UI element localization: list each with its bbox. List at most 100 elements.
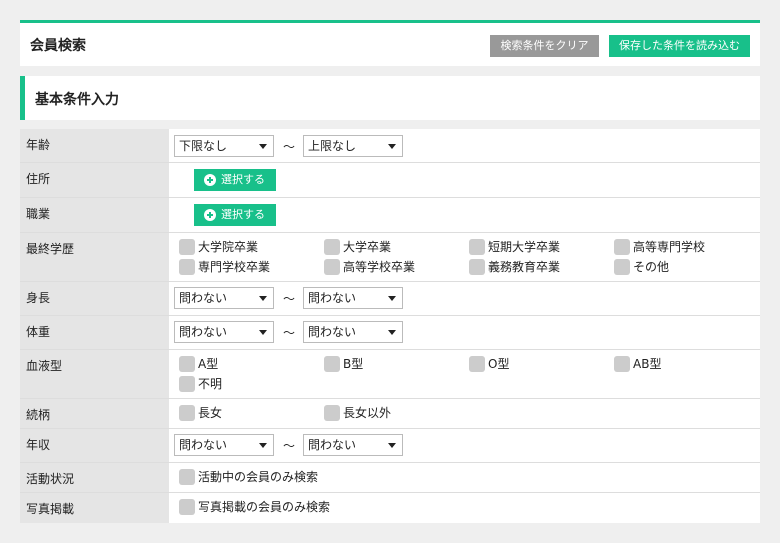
- row-occupation: 職業 選択する: [20, 198, 760, 233]
- select-value: 問わない: [179, 291, 228, 305]
- education-checkbox[interactable]: 義務教育卒業: [469, 259, 560, 275]
- education-checkbox[interactable]: 大学卒業: [324, 239, 391, 255]
- blood-type-checkbox[interactable]: O型: [469, 356, 509, 372]
- row-label: 年収: [20, 429, 169, 462]
- checkbox-box: [179, 469, 195, 485]
- button-label: 選択する: [221, 173, 265, 186]
- relation-checkbox[interactable]: 長女以外: [324, 405, 391, 421]
- select-value: 下限なし: [179, 139, 228, 153]
- page-header: 会員検索 検索条件をクリア 保存した条件を読み込む: [20, 20, 760, 66]
- checkbox-box: [324, 356, 340, 372]
- range-separator: 〜: [283, 439, 296, 453]
- select-value: 上限なし: [308, 139, 357, 153]
- row-label: 年齢: [20, 129, 169, 162]
- checkbox-label: B型: [343, 357, 364, 371]
- clear-conditions-button[interactable]: 検索条件をクリア: [490, 35, 599, 57]
- checkbox-label: 長女以外: [343, 406, 392, 420]
- select-value: 問わない: [179, 325, 228, 339]
- income-min-select[interactable]: 問わない: [174, 434, 274, 456]
- select-address-button[interactable]: 選択する: [194, 169, 276, 191]
- page-title: 会員検索: [30, 38, 86, 54]
- checkbox-label: 大学卒業: [343, 240, 392, 254]
- checkbox-box: [469, 239, 485, 255]
- checkbox-label: 写真掲載の会員のみ検索: [198, 500, 331, 514]
- checkbox-box: [179, 499, 195, 515]
- row-label: 写真掲載: [20, 493, 169, 523]
- checkbox-label: 専門学校卒業: [198, 260, 271, 274]
- education-checkbox[interactable]: 短期大学卒業: [469, 239, 560, 255]
- select-value: 問わない: [179, 438, 228, 452]
- photo-members-only-checkbox[interactable]: 写真掲載の会員のみ検索: [179, 499, 330, 515]
- checkbox-box: [179, 405, 195, 421]
- checkbox-label: 大学院卒業: [198, 240, 259, 254]
- checkbox-box: [614, 356, 630, 372]
- checkbox-box: [469, 259, 485, 275]
- select-value: 問わない: [308, 325, 357, 339]
- checkbox-label: 高等学校卒業: [343, 260, 416, 274]
- row-income: 年収 問わない 〜 問わない: [20, 429, 760, 463]
- blood-type-checkbox[interactable]: B型: [324, 356, 363, 372]
- plus-circle-icon: [204, 209, 216, 221]
- relation-checkbox[interactable]: 長女: [179, 405, 222, 421]
- chevron-down-icon: [388, 144, 396, 149]
- chevron-down-icon: [388, 296, 396, 301]
- section-title: 基本条件入力: [35, 92, 119, 108]
- blood-type-checkbox[interactable]: A型: [179, 356, 218, 372]
- chevron-down-icon: [259, 330, 267, 335]
- range-separator: 〜: [283, 292, 296, 306]
- checkbox-box: [614, 239, 630, 255]
- section-header: 基本条件入力: [20, 76, 760, 120]
- chevron-down-icon: [259, 296, 267, 301]
- education-checkbox[interactable]: 専門学校卒業: [179, 259, 270, 275]
- height-min-select[interactable]: 問わない: [174, 287, 274, 309]
- checkbox-label: その他: [633, 260, 670, 274]
- checkbox-label: 短期大学卒業: [488, 240, 561, 254]
- checkbox-label: 高等専門学校: [633, 240, 706, 254]
- range-separator: 〜: [283, 140, 296, 154]
- checkbox-box: [179, 259, 195, 275]
- row-height: 身長 問わない 〜 問わない: [20, 282, 760, 316]
- checkbox-box: [324, 239, 340, 255]
- checkbox-box: [179, 239, 195, 255]
- education-checkbox[interactable]: 高等専門学校: [614, 239, 705, 255]
- row-label: 続柄: [20, 399, 169, 428]
- button-label: 選択する: [221, 208, 265, 221]
- load-saved-conditions-button[interactable]: 保存した条件を読み込む: [609, 35, 750, 57]
- education-checkbox[interactable]: 高等学校卒業: [324, 259, 415, 275]
- height-max-select[interactable]: 問わない: [303, 287, 403, 309]
- checkbox-label: 義務教育卒業: [488, 260, 561, 274]
- education-checkbox[interactable]: その他: [614, 259, 669, 275]
- row-label: 身長: [20, 282, 169, 315]
- range-separator: 〜: [283, 326, 296, 340]
- select-occupation-button[interactable]: 選択する: [194, 204, 276, 226]
- row-relation: 続柄 長女 長女以外: [20, 399, 760, 429]
- search-form: 年齢 下限なし 〜 上限なし 住所 選択する 職業 選択する 最終学歴 大学院卒…: [20, 129, 760, 523]
- weight-max-select[interactable]: 問わない: [303, 321, 403, 343]
- row-education: 最終学歴 大学院卒業 大学卒業 短期大学卒業 高等専門学校 専門学校卒業 高等学…: [20, 233, 760, 282]
- row-activity: 活動状況 活動中の会員のみ検索: [20, 463, 760, 493]
- chevron-down-icon: [259, 144, 267, 149]
- row-blood-type: 血液型 A型 B型 O型 AB型 不明: [20, 350, 760, 399]
- chevron-down-icon: [388, 330, 396, 335]
- chevron-down-icon: [259, 443, 267, 448]
- select-value: 問わない: [308, 291, 357, 305]
- row-label: 体重: [20, 316, 169, 349]
- active-members-only-checkbox[interactable]: 活動中の会員のみ検索: [179, 469, 318, 485]
- income-max-select[interactable]: 問わない: [303, 434, 403, 456]
- checkbox-label: A型: [198, 357, 219, 371]
- row-label: 最終学歴: [20, 233, 169, 281]
- checkbox-box: [324, 405, 340, 421]
- row-label: 住所: [20, 163, 169, 197]
- checkbox-box: [179, 376, 195, 392]
- blood-type-checkbox[interactable]: 不明: [179, 376, 222, 392]
- weight-min-select[interactable]: 問わない: [174, 321, 274, 343]
- blood-type-checkbox[interactable]: AB型: [614, 356, 661, 372]
- chevron-down-icon: [388, 443, 396, 448]
- checkbox-label: 長女: [198, 406, 223, 420]
- checkbox-label: O型: [488, 357, 510, 371]
- checkbox-box: [179, 356, 195, 372]
- education-checkbox[interactable]: 大学院卒業: [179, 239, 258, 255]
- age-min-select[interactable]: 下限なし: [174, 135, 274, 157]
- age-max-select[interactable]: 上限なし: [303, 135, 403, 157]
- checkbox-box: [469, 356, 485, 372]
